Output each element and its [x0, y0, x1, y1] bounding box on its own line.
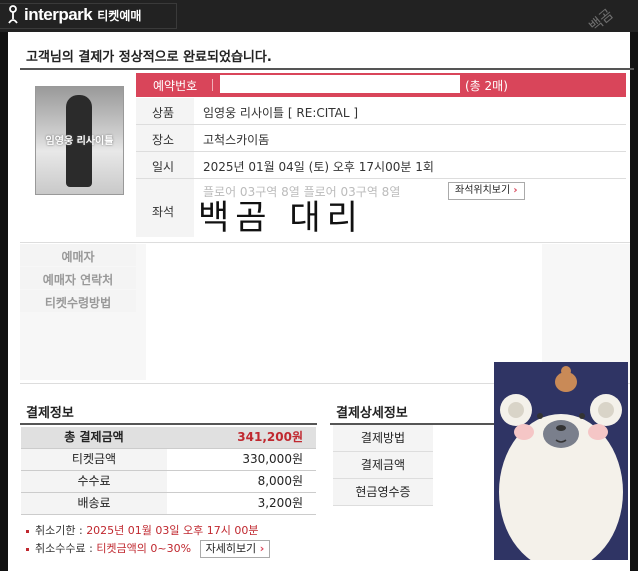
bullet-icon [26, 529, 29, 533]
polar-bear-icon [494, 362, 628, 570]
seat-button-label: 좌석위치보기 [455, 185, 511, 196]
payment-value: 3,200원 [257, 496, 303, 510]
payment-label: 총 결제금액 [21, 427, 167, 448]
chevron-right-icon: › [513, 185, 518, 196]
poster-image: 임영웅 리사이틀 [35, 86, 124, 195]
brand-name: interpark [24, 5, 93, 24]
payment-value: 8,000원 [257, 474, 303, 488]
payment-row: 수수료 8,000원 [21, 471, 316, 493]
cancel-deadline: 2025년 01월 03일 오후 17시 00분 [86, 524, 259, 537]
cancel-deadline-note: 취소기한 : 2025년 01월 03일 오후 17시 00분 [26, 522, 259, 538]
top-bar: interpark 티켓예매 [0, 0, 638, 32]
payment-row: 배송료 3,200원 [21, 493, 316, 515]
payment-row-total: 총 결제금액 341,200원 [21, 427, 316, 449]
buyer-key-label: 예매자 연락처 [42, 273, 114, 287]
payment-label: 수수료 [21, 471, 167, 492]
note-label: 취소기한 : [35, 524, 87, 537]
buyer-key-label: 티켓수령방법 [44, 296, 112, 310]
payment-row: 티켓금액 330,000원 [21, 449, 316, 471]
detail-row-product: 상품 임영웅 리사이틀 [ RE:CITAL ] [136, 98, 626, 125]
total-amount: 341,200원 [237, 430, 303, 444]
poster-title: 임영웅 리사이틀 [45, 136, 114, 147]
buyer-key-label: 예매자 [61, 250, 95, 264]
chevron-right-icon: › [259, 542, 265, 555]
detail-key: 좌석 [152, 205, 175, 219]
buyer-key: 티켓수령방법 [20, 290, 136, 312]
interpark-logo-icon [8, 5, 18, 24]
reservation-label: 예약번호 [153, 79, 198, 93]
payment-detail-row: 결제방법 [333, 425, 433, 452]
payment-detail-row: 결제금액 [333, 452, 433, 479]
payment-divider [20, 423, 317, 425]
interpark-logo[interactable]: interpark 티켓예매 [6, 4, 141, 26]
page-title: 고객님의 결제가 정상적으로 완료되었습니다. [26, 50, 272, 65]
title-divider [20, 68, 634, 70]
reservation-header: 예약번호 (총 2매) [136, 73, 626, 97]
fee-button-label: 자세히보기 [205, 542, 257, 555]
polar-bear-sticker [494, 362, 628, 570]
cancel-fee: 티켓금액의 0~30% [96, 542, 192, 555]
overlay-handwriting: 백곰 대리 [198, 198, 364, 238]
detail-row-datetime: 일시 2025년 01월 04일 (토) 오후 17시00분 1회 [136, 152, 626, 179]
left-strip [0, 32, 8, 571]
detail-value: 2025년 01월 04일 (토) 오후 17시00분 1회 [203, 160, 434, 174]
detail-value: 고척스카이돔 [203, 133, 270, 147]
seat-location-button[interactable]: 좌석위치보기 › [448, 182, 525, 200]
detail-key: 상품 [152, 106, 175, 120]
brand-sub: 티켓예매 [97, 8, 142, 23]
bullet-icon [26, 547, 29, 551]
ticket-count: (총 2매) [465, 79, 508, 93]
payment-title: 결제정보 [26, 406, 74, 421]
buyer-key: 예매자 연락처 [20, 267, 136, 289]
payment-label: 티켓금액 [21, 449, 167, 470]
cancel-fee-note: 취소수수료 : 티켓금액의 0~30% 자세히보기 › [26, 540, 271, 558]
reservation-number-redacted [220, 75, 460, 93]
payment-value: 341,200원 [167, 427, 316, 448]
fee-detail-button[interactable]: 자세히보기 › [199, 540, 271, 558]
detail-row-venue: 장소 고척스카이돔 [136, 125, 626, 152]
right-strip [630, 32, 638, 571]
buyer-key: 예매자 [20, 244, 136, 266]
detail-value: 임영웅 리사이틀 [ RE:CITAL ] [203, 106, 359, 120]
note-label: 취소수수료 : [35, 542, 97, 555]
payment-value: 330,000원 [242, 452, 303, 466]
payment-detail-title: 결제상세정보 [336, 406, 408, 421]
payment-label: 배송료 [21, 493, 167, 514]
reservation-separator [212, 79, 213, 91]
detail-key: 일시 [152, 160, 175, 174]
detail-key: 장소 [152, 133, 175, 147]
payment-detail-row: 현금영수증 [333, 479, 433, 506]
